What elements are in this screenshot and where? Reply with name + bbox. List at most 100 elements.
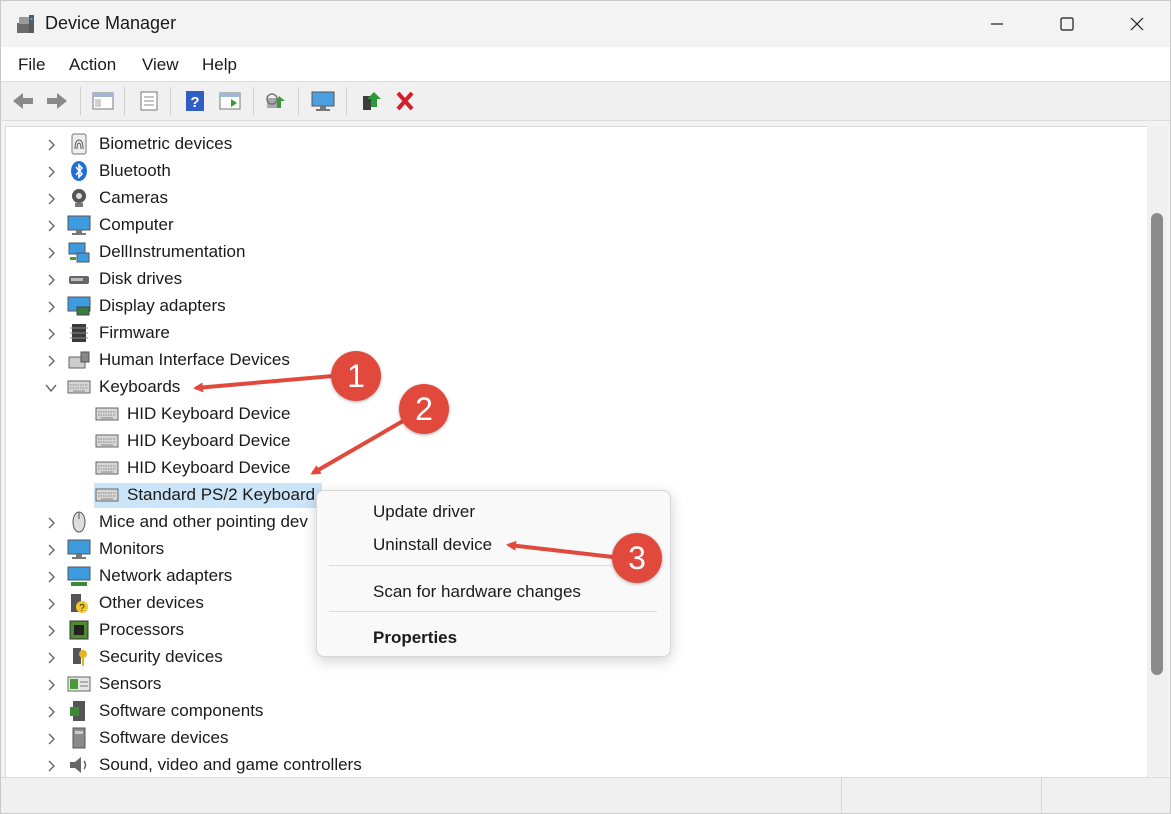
svg-text:?: ? [190,94,199,111]
tree-category-item[interactable]: Biometric devices [6,131,1136,158]
scan-hardware-button[interactable] [263,88,289,114]
monitor-button[interactable] [310,88,336,114]
minimize-button[interactable] [962,1,1032,47]
chevron-right-icon[interactable] [44,597,58,611]
vertical-scrollbar[interactable] [1147,126,1167,776]
tree-category-item[interactable]: Computer [6,212,1136,239]
tree-item-label: Software components [99,701,264,720]
tree-child-item[interactable]: HID Keyboard Device [6,401,1136,428]
chevron-down-icon[interactable] [44,381,58,395]
chevron-right-icon[interactable] [44,354,58,368]
action-pane-button[interactable] [217,88,243,114]
back-button[interactable] [10,88,36,114]
tree-child-item[interactable]: HID Keyboard Device [6,455,1136,482]
maximize-button[interactable] [1032,1,1102,47]
toolbar-separator [298,87,299,115]
tree-category-item[interactable]: Cameras [6,185,1136,212]
processor-icon [69,620,89,640]
software-device-icon [72,727,86,749]
close-button[interactable] [1102,1,1170,47]
menu-view[interactable]: View [142,55,179,75]
chevron-right-icon[interactable] [44,624,58,638]
device-manager-window: Device Manager File Action View Help ? B… [0,0,1171,814]
chevron-right-icon[interactable] [44,705,58,719]
tree-item-label: Display adapters [99,296,226,315]
chevron-right-icon[interactable] [44,327,58,341]
help-button[interactable]: ? [182,88,208,114]
tree-item-label: Other devices [99,593,204,612]
tree-item-label: Software devices [99,728,229,747]
minimize-icon [991,23,1003,25]
scrollbar-thumb[interactable] [1151,213,1163,675]
tree-item-label: Sound, video and game controllers [99,755,362,774]
chevron-right-icon[interactable] [44,138,58,152]
chevron-right-icon[interactable] [44,300,58,314]
tree-item-label: Keyboards [99,377,181,396]
speaker-icon [70,757,87,773]
chevron-right-icon[interactable] [44,516,58,530]
chevron-right-icon[interactable] [44,732,58,746]
chevron-right-icon[interactable] [44,165,58,179]
chevron-right-icon[interactable] [44,570,58,584]
tree-item-label: Computer [99,215,174,234]
tree-category-item[interactable]: Bluetooth [6,158,1136,185]
tree-category-item[interactable]: Sound, video and game controllers [6,752,1136,777]
tree-category-item[interactable]: Display adapters [6,293,1136,320]
context-separator [329,565,657,566]
tree-category-item[interactable]: Keyboards [6,374,1136,401]
tree-item-label: Monitors [99,539,165,558]
context-properties[interactable]: Properties [373,628,457,648]
menu-help[interactable]: Help [202,55,237,75]
close-icon [1130,17,1144,31]
chevron-right-icon[interactable] [44,678,58,692]
chevron-right-icon[interactable] [44,759,58,773]
tree-category-item[interactable]: DellInstrumentation [6,239,1136,266]
chip-icon [70,324,88,342]
hid-icon [68,351,90,369]
properties-button[interactable] [136,88,162,114]
chevron-right-icon[interactable] [44,246,58,260]
chevron-right-icon[interactable] [44,273,58,287]
tree-item-label: DellInstrumentation [99,242,246,261]
keyboard-icon [95,407,119,421]
context-update-driver[interactable]: Update driver [373,502,475,522]
device-tree[interactable]: Biometric devices Bluetooth Cameras Compute… [5,126,1148,778]
menu-action[interactable]: Action [69,55,116,75]
menu-file[interactable]: File [18,55,45,75]
chevron-right-icon[interactable] [44,219,58,233]
chevron-right-icon[interactable] [44,543,58,557]
display-adapter-icon [67,296,91,316]
tree-child-item[interactable]: HID Keyboard Device [6,428,1136,455]
keyboard-icon [95,434,119,448]
tree-item-label: Sensors [99,674,162,693]
chevron-right-icon[interactable] [44,192,58,206]
tree-item-label: HID Keyboard Device [127,404,291,423]
toolbar: ? [1,82,1170,121]
tree-category-item[interactable]: Software devices [6,725,1136,752]
tree-category-item[interactable]: Sensors [6,671,1136,698]
toolbar-separator [346,87,347,115]
update-driver-button[interactable] [358,88,384,114]
context-uninstall-device[interactable]: Uninstall device [373,535,492,555]
mouse-icon [72,511,86,533]
show-hide-console-tree-button[interactable] [90,88,116,114]
keyboard-icon [67,380,91,394]
context-scan-hardware[interactable]: Scan for hardware changes [373,582,581,602]
unknown-device-icon: ? [71,594,88,614]
toolbar-separator [124,87,125,115]
tree-item-label: Mice and other pointing dev [99,512,308,531]
chevron-right-icon[interactable] [44,651,58,665]
tree-item-label: Human Interface Devices [99,350,290,369]
uninstall-button[interactable] [392,88,418,114]
tree-category-item[interactable]: Human Interface Devices [6,347,1136,374]
title-bar[interactable]: Device Manager [1,1,1170,47]
disk-drive-icon [69,276,89,284]
forward-button[interactable] [44,88,70,114]
tree-category-item[interactable]: Disk drives [6,266,1136,293]
help-icon: ? [186,91,204,111]
back-icon [13,93,33,109]
tree-category-item[interactable]: Software components [6,698,1136,725]
tree-category-item[interactable]: Firmware [6,320,1136,347]
tree-item-label: HID Keyboard Device [127,431,291,450]
monitor-icon [67,539,91,559]
